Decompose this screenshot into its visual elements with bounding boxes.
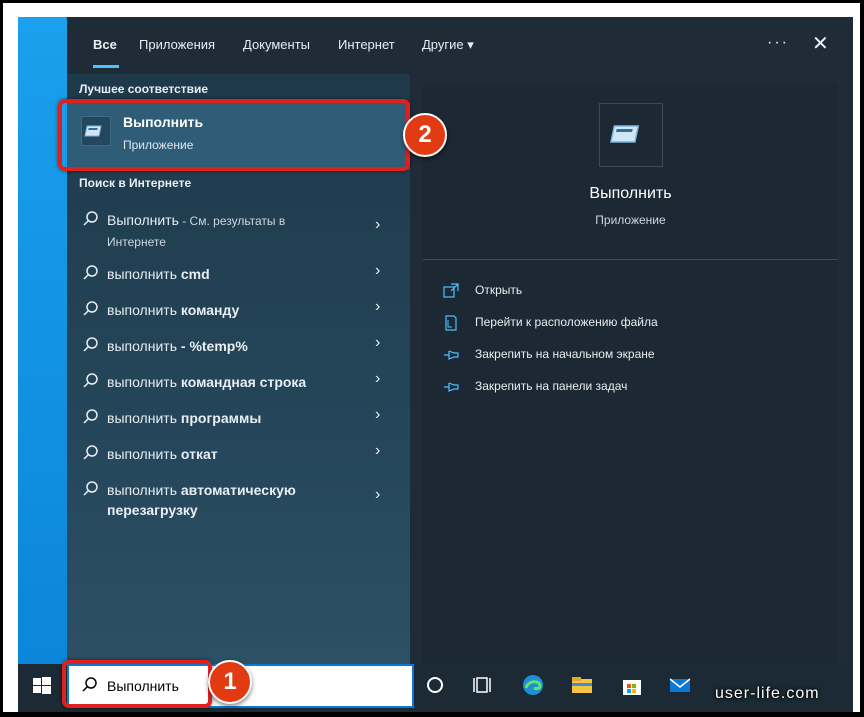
result-text-bold: программы (180, 410, 262, 426)
web-result-item[interactable]: выполнить программы › (67, 406, 410, 432)
pin-icon (444, 382, 459, 392)
web-result-text: выполнить откат (107, 444, 367, 464)
search-icon (83, 373, 98, 388)
result-text-suffix: - См. результаты в (178, 214, 286, 228)
tab-all[interactable]: Все (93, 37, 117, 52)
action-label: Открыть (475, 283, 523, 297)
result-text-main: выполнить (107, 410, 181, 426)
web-result-text: выполнить - %temp% (107, 336, 367, 356)
file-location-icon (445, 315, 457, 331)
open-icon (443, 283, 459, 298)
search-icon (83, 211, 98, 226)
result-text-bold: cmd (180, 266, 210, 282)
search-icon (83, 481, 98, 496)
preview-subtitle: Приложение (595, 213, 666, 227)
chevron-right-icon[interactable]: › (375, 262, 380, 280)
step-badge-2: 2 (403, 113, 447, 157)
action-label: Закрепить на начальном экране (475, 347, 655, 361)
result-text-bold: автоматическую (180, 482, 296, 498)
edge-icon[interactable] (522, 674, 544, 696)
search-icon (83, 409, 98, 424)
mail-icon[interactable] (669, 674, 691, 696)
web-result-text: выполнить автоматическую перезагрузку (107, 480, 367, 520)
task-view-icon[interactable] (472, 674, 494, 696)
result-text-main: выполнить (107, 482, 181, 498)
watermark: user-life.com (715, 685, 820, 702)
result-text-bold: командная строка (180, 374, 307, 390)
web-result-item[interactable]: выполнить откат › (67, 442, 410, 468)
tab-more[interactable]: Другие ▾ (422, 37, 474, 53)
search-icon (83, 265, 98, 280)
web-result-item[interactable]: выполнить команду › (67, 298, 410, 324)
store-icon[interactable] (621, 674, 643, 696)
result-text-bold: - %temp% (180, 338, 248, 354)
web-result-item[interactable]: выполнить автоматическую перезагрузку › (67, 480, 410, 524)
tab-web[interactable]: Интернет (338, 37, 395, 52)
chevron-right-icon[interactable]: › (375, 298, 380, 316)
result-text-main: выполнить (107, 266, 181, 282)
web-result-item[interactable]: выполнить cmd › (67, 262, 410, 288)
active-tab-indicator (93, 65, 119, 68)
chevron-right-icon[interactable]: › (375, 442, 380, 460)
result-text-main: выполнить (107, 374, 181, 390)
tab-more-label: Другие (422, 37, 464, 52)
result-text-bold: откат (180, 446, 218, 462)
result-text-main: выполнить (107, 446, 181, 462)
web-result-text: выполнить cmd (107, 264, 367, 284)
close-icon[interactable]: ✕ (812, 31, 829, 56)
tab-documents[interactable]: Документы (243, 37, 310, 52)
web-result-text: выполнить командная строка (107, 372, 367, 392)
run-app-large-icon (599, 103, 663, 167)
preview-pane: Выполнить Приложение Открыть Перейти к р… (423, 83, 838, 664)
result-text-main: выполнить (107, 338, 181, 354)
result-text-line2: перезагрузку (107, 502, 198, 518)
web-search-heading: Поиск в Интернете (79, 176, 192, 190)
step-badge-1: 1 (208, 660, 252, 704)
web-result-text: выполнить программы (107, 408, 367, 428)
action-label: Закрепить на панели задач (475, 379, 628, 393)
file-explorer-icon[interactable] (571, 674, 593, 696)
result-text-line2: Интернете (107, 235, 166, 249)
more-options-icon[interactable]: ··· (767, 34, 789, 52)
web-result-item[interactable]: выполнить - %temp% › (67, 334, 410, 360)
web-result-item[interactable]: выполнить командная строка › (67, 370, 410, 396)
web-result-item[interactable]: Выполнить - См. результаты в Интернете › (67, 210, 410, 254)
filter-tabs: Все Приложения Документы Интернет Другие… (67, 17, 853, 74)
result-text-bold: команду (180, 302, 240, 318)
highlight-best-match (58, 99, 410, 171)
divider (423, 259, 838, 260)
cortana-icon[interactable] (424, 674, 446, 696)
chevron-right-icon[interactable]: › (375, 406, 380, 424)
windows-start-icon[interactable] (32, 676, 52, 696)
web-result-text: выполнить команду (107, 300, 367, 320)
chevron-right-icon[interactable]: › (375, 334, 380, 352)
action-label: Перейти к расположению файла (475, 315, 658, 329)
web-result-text: Выполнить - См. результаты в Интернете (107, 210, 367, 252)
result-text-main: выполнить (107, 302, 181, 318)
search-icon (83, 337, 98, 352)
preview-title: Выполнить (589, 185, 672, 202)
chevron-right-icon[interactable]: › (375, 486, 380, 504)
search-icon (83, 301, 98, 316)
caret-down-icon: ▾ (467, 37, 474, 52)
result-text-main: Выполнить (107, 212, 179, 228)
chevron-right-icon[interactable]: › (375, 216, 380, 234)
pin-icon (444, 350, 459, 360)
search-icon (83, 445, 98, 460)
best-match-heading: Лучшее соответствие (79, 82, 209, 96)
tab-apps[interactable]: Приложения (139, 37, 215, 52)
highlight-search-box (62, 660, 212, 708)
chevron-right-icon[interactable]: › (375, 370, 380, 388)
